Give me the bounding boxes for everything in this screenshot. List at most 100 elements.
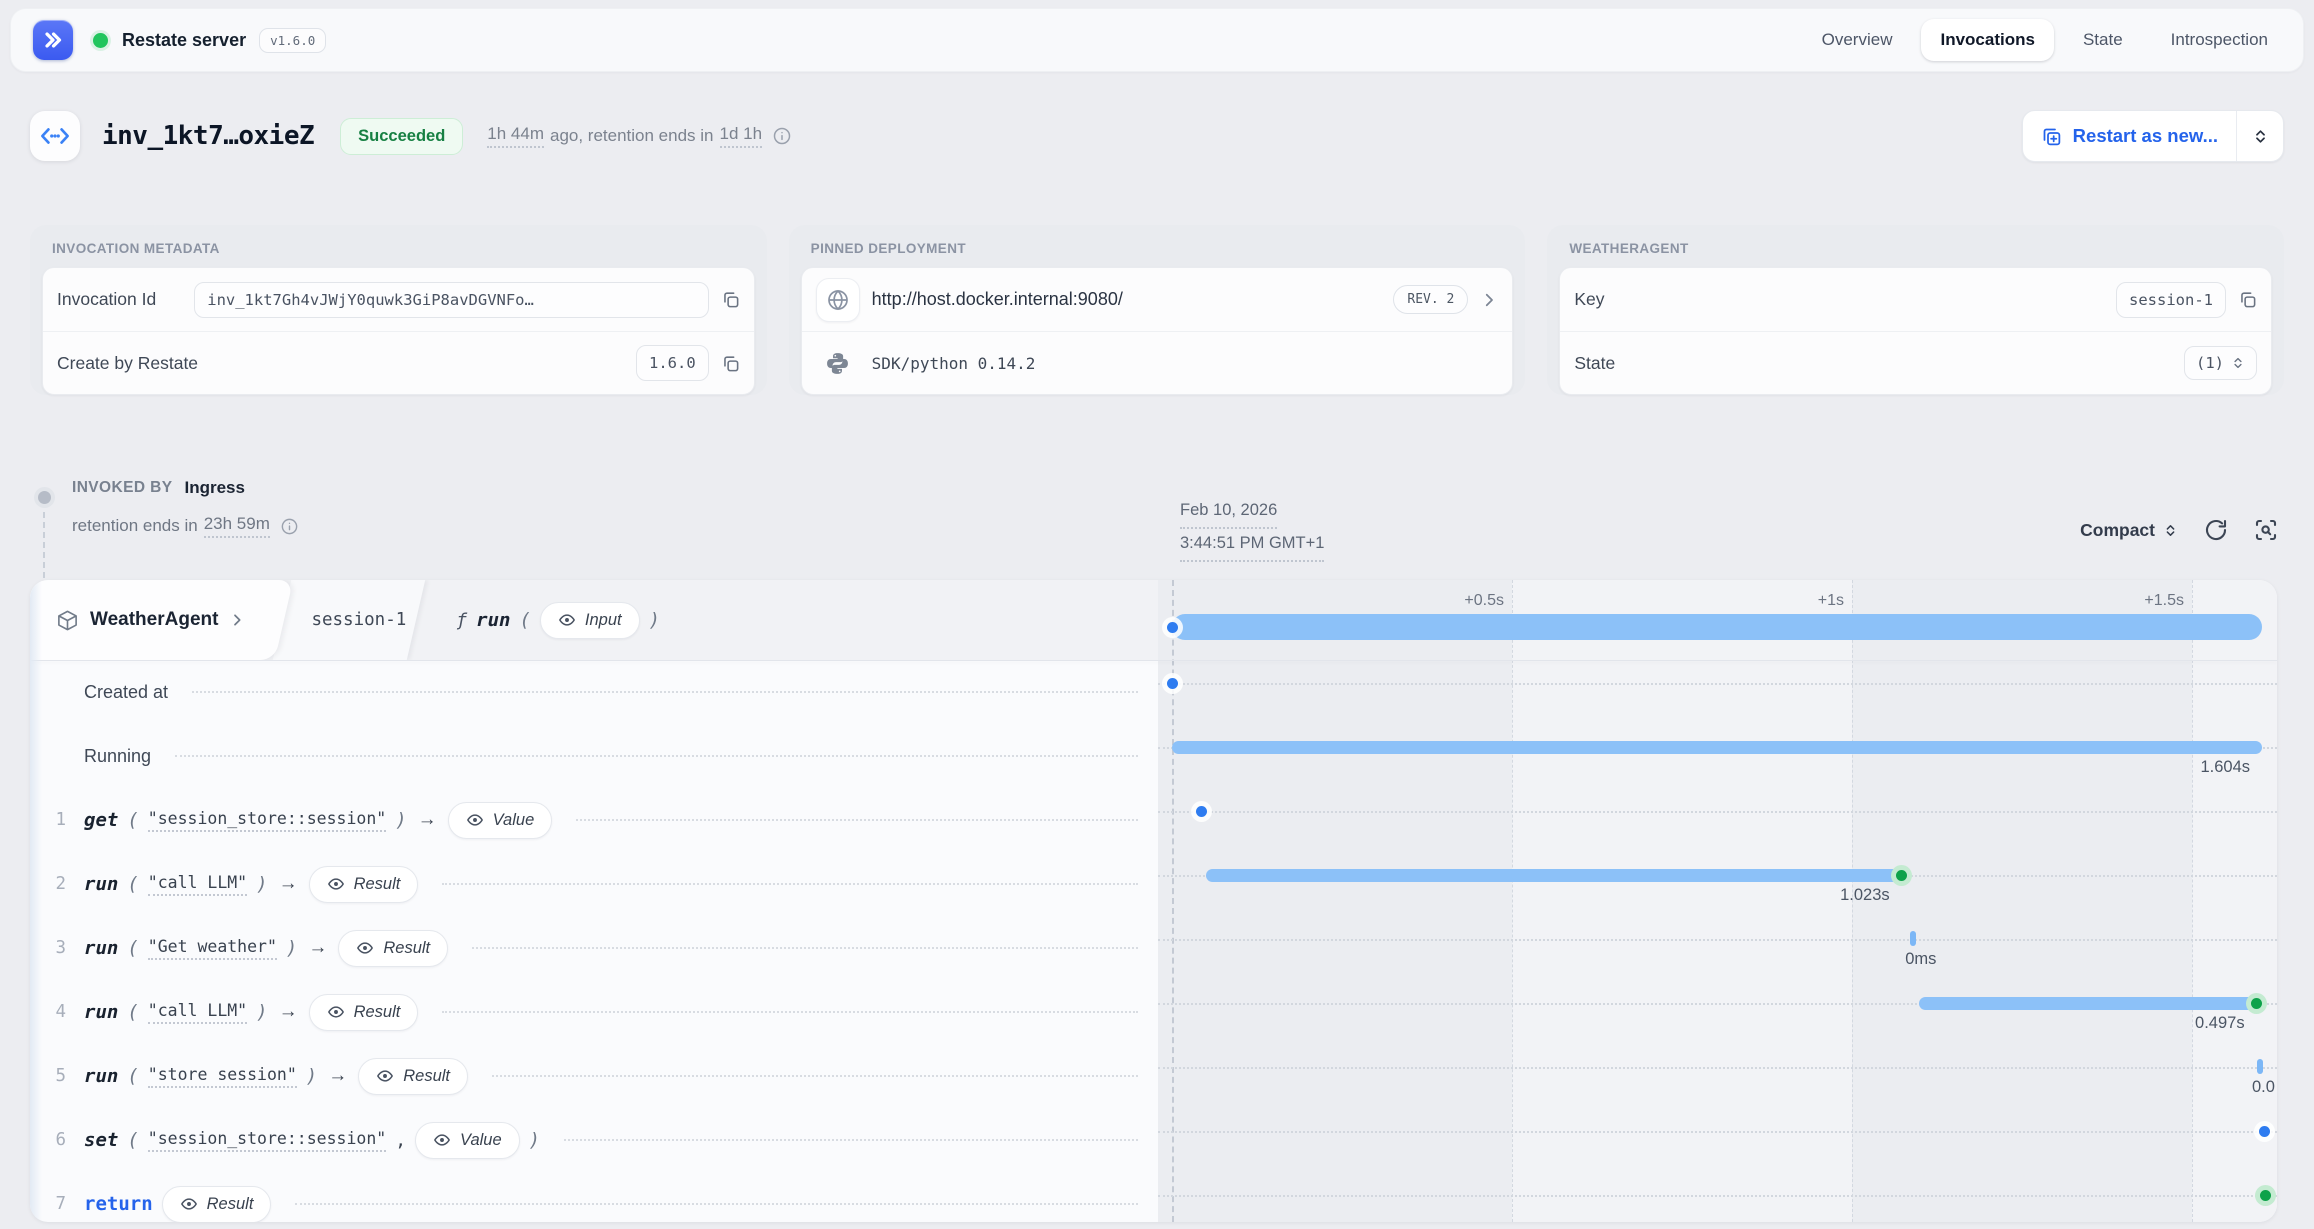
event-dot[interactable]	[1196, 806, 1207, 817]
nav-tabs: OverviewInvocations StateIntrospection	[1803, 19, 2287, 61]
duration-tick[interactable]	[1910, 931, 1916, 946]
entry-argument[interactable]: "Get weather"	[148, 937, 277, 960]
journal-entry-row[interactable]: 6set("session_store::session",Value)	[30, 1108, 1158, 1172]
timeline-scale-strip: +0.5s+1s+1.5s	[1158, 580, 2277, 660]
key-row: Key session-1	[1560, 268, 2271, 331]
timeline-controls: Compact	[2080, 518, 2278, 542]
copy-icon[interactable]	[721, 354, 740, 373]
journal-entry-row[interactable]: 5run("store session")→Result	[30, 1044, 1158, 1108]
entry-expression: run("call LLM")→Result	[84, 994, 418, 1031]
lifecycle-row[interactable]: Running	[30, 724, 1158, 788]
handler-signature: ƒ run ( Input )	[432, 602, 672, 639]
entry-argument[interactable]: "session_store::session"	[148, 1129, 386, 1152]
result-pill-label: Value	[493, 811, 535, 830]
metadata-cards: INVOCATION METADATA Invocation Id inv_1k…	[30, 225, 2284, 395]
python-icon	[816, 351, 860, 376]
timeline-mode-select[interactable]: Compact	[2080, 520, 2178, 541]
entry-argument[interactable]: "session_store::session"	[148, 809, 386, 832]
journal-entry-row[interactable]: 7 return Result	[30, 1172, 1158, 1222]
entry-number: 7	[30, 1194, 66, 1214]
timeline-origin-line	[1172, 580, 1174, 1222]
leader-dots	[492, 1075, 1138, 1077]
duration-label: 0.497s	[2195, 1014, 2245, 1033]
lifecycle-label: Running	[84, 746, 151, 767]
invocation-start-dot	[1167, 622, 1178, 633]
key-value[interactable]: session-1	[2116, 282, 2226, 318]
result-pill[interactable]: Value	[448, 802, 553, 839]
journal-retention[interactable]: 23h 59m	[204, 514, 270, 538]
tab-invocations[interactable]: Invocations	[1921, 19, 2053, 61]
copy-icon[interactable]	[2238, 290, 2257, 309]
tab-introspection[interactable]: Introspection	[2152, 19, 2287, 61]
restart-options-caret[interactable]	[2237, 111, 2283, 161]
journal-entry-row[interactable]: 1get("session_store::session")→Value	[30, 788, 1158, 852]
timeline-zone: 1.604s1.023s0ms0.497s0.0	[1158, 580, 2277, 1222]
timeline-time[interactable]: 3:44:51 PM GMT+1	[1180, 529, 1324, 562]
copy-icon[interactable]	[721, 290, 740, 309]
state-select[interactable]: (1)	[2184, 346, 2257, 380]
chevron-right-icon	[229, 612, 245, 628]
duration-bar[interactable]	[1206, 869, 1902, 882]
tab-overview[interactable]: Overview	[1803, 19, 1912, 61]
entry-argument[interactable]: "call LLM"	[148, 873, 247, 896]
service-key[interactable]: session-1	[275, 610, 432, 630]
info-icon[interactable]	[772, 126, 792, 146]
input-pill[interactable]: Input	[540, 602, 640, 639]
chevron-right-icon	[1480, 291, 1498, 309]
comma: ,	[395, 1130, 406, 1151]
result-pill-label: Result	[354, 875, 401, 894]
created-ago[interactable]: 1h 44m	[487, 124, 544, 148]
journal-entry-row[interactable]: 3run("Get weather")→Result	[30, 916, 1158, 980]
invoked-by-connector	[43, 512, 45, 578]
handler-name: run	[476, 609, 510, 631]
scan-search-icon[interactable]	[2254, 518, 2278, 542]
entry-keyword: return	[84, 1193, 153, 1215]
info-icon[interactable]	[280, 517, 299, 536]
entry-keyword: run	[84, 937, 118, 959]
duration-label: 1.604s	[2200, 758, 2250, 777]
entry-argument[interactable]: "store session"	[148, 1065, 297, 1088]
entry-expression: run("store session")→Result	[84, 1058, 468, 1095]
arrow-icon: →	[418, 809, 437, 831]
invocation-duration-bar[interactable]	[1172, 614, 2262, 640]
refresh-icon[interactable]	[2204, 518, 2228, 542]
entry-argument[interactable]: "call LLM"	[148, 1001, 247, 1024]
service-breadcrumb[interactable]: WeatherAgent	[30, 609, 275, 632]
result-pill[interactable]: Result	[338, 930, 448, 967]
entry-expression: get("session_store::session")→Value	[84, 802, 552, 839]
restart-button-label: Restart as new...	[2073, 125, 2218, 147]
deployment-endpoint-row[interactable]: http://host.docker.internal:9080/ REV. 2	[802, 268, 1513, 331]
restart-as-new-button[interactable]: Restart as new...	[2022, 110, 2284, 162]
journal-entry-row[interactable]: 2run("call LLM")→Result	[30, 852, 1158, 916]
result-pill[interactable]: Result	[309, 866, 419, 903]
timeline-leader-line	[1158, 1131, 2277, 1133]
service-name: WeatherAgent	[90, 609, 218, 631]
globe-icon	[816, 278, 860, 322]
event-dot[interactable]	[1167, 678, 1178, 689]
invoked-by-label: INVOKED BY	[72, 479, 172, 497]
value-pill[interactable]: Value	[415, 1122, 520, 1159]
state-row: State (1)	[1560, 331, 2271, 394]
duration-bar[interactable]	[1919, 997, 2257, 1010]
retention-value[interactable]: 1d 1h	[720, 124, 763, 148]
top-bar: Restate server v1.6.0 OverviewInvocation…	[10, 8, 2304, 72]
timeline-date[interactable]: Feb 10, 2026	[1180, 496, 1277, 529]
invocation-id-value[interactable]: inv_1kt7Gh4vJWjY0quwk3GiP8avDGVNFo…	[194, 282, 708, 318]
event-dot[interactable]	[2259, 1126, 2270, 1137]
result-pill[interactable]: Result	[162, 1186, 272, 1223]
journal-header-strip: WeatherAgent session-1 ƒ run ( Input )	[30, 580, 1158, 660]
tab-state[interactable]: State	[2064, 19, 2142, 61]
paren-close: )	[256, 873, 267, 895]
created-by-value[interactable]: 1.6.0	[636, 345, 709, 381]
journal-entry-row[interactable]: 4run("call LLM")→Result	[30, 980, 1158, 1044]
duration-bar[interactable]	[1172, 741, 2262, 754]
invoked-by-value: Ingress	[184, 478, 244, 498]
journal-panel: 1.604s1.023s0ms0.497s0.0 WeatherAgent se…	[30, 580, 2277, 1222]
lifecycle-row[interactable]: Created at	[30, 660, 1158, 724]
entry-number: 3	[30, 938, 66, 958]
input-pill-label: Input	[585, 611, 622, 630]
duration-tick[interactable]	[2257, 1059, 2263, 1074]
timeline-tick-line	[2192, 580, 2193, 1222]
result-pill[interactable]: Result	[358, 1058, 468, 1095]
result-pill[interactable]: Result	[309, 994, 419, 1031]
